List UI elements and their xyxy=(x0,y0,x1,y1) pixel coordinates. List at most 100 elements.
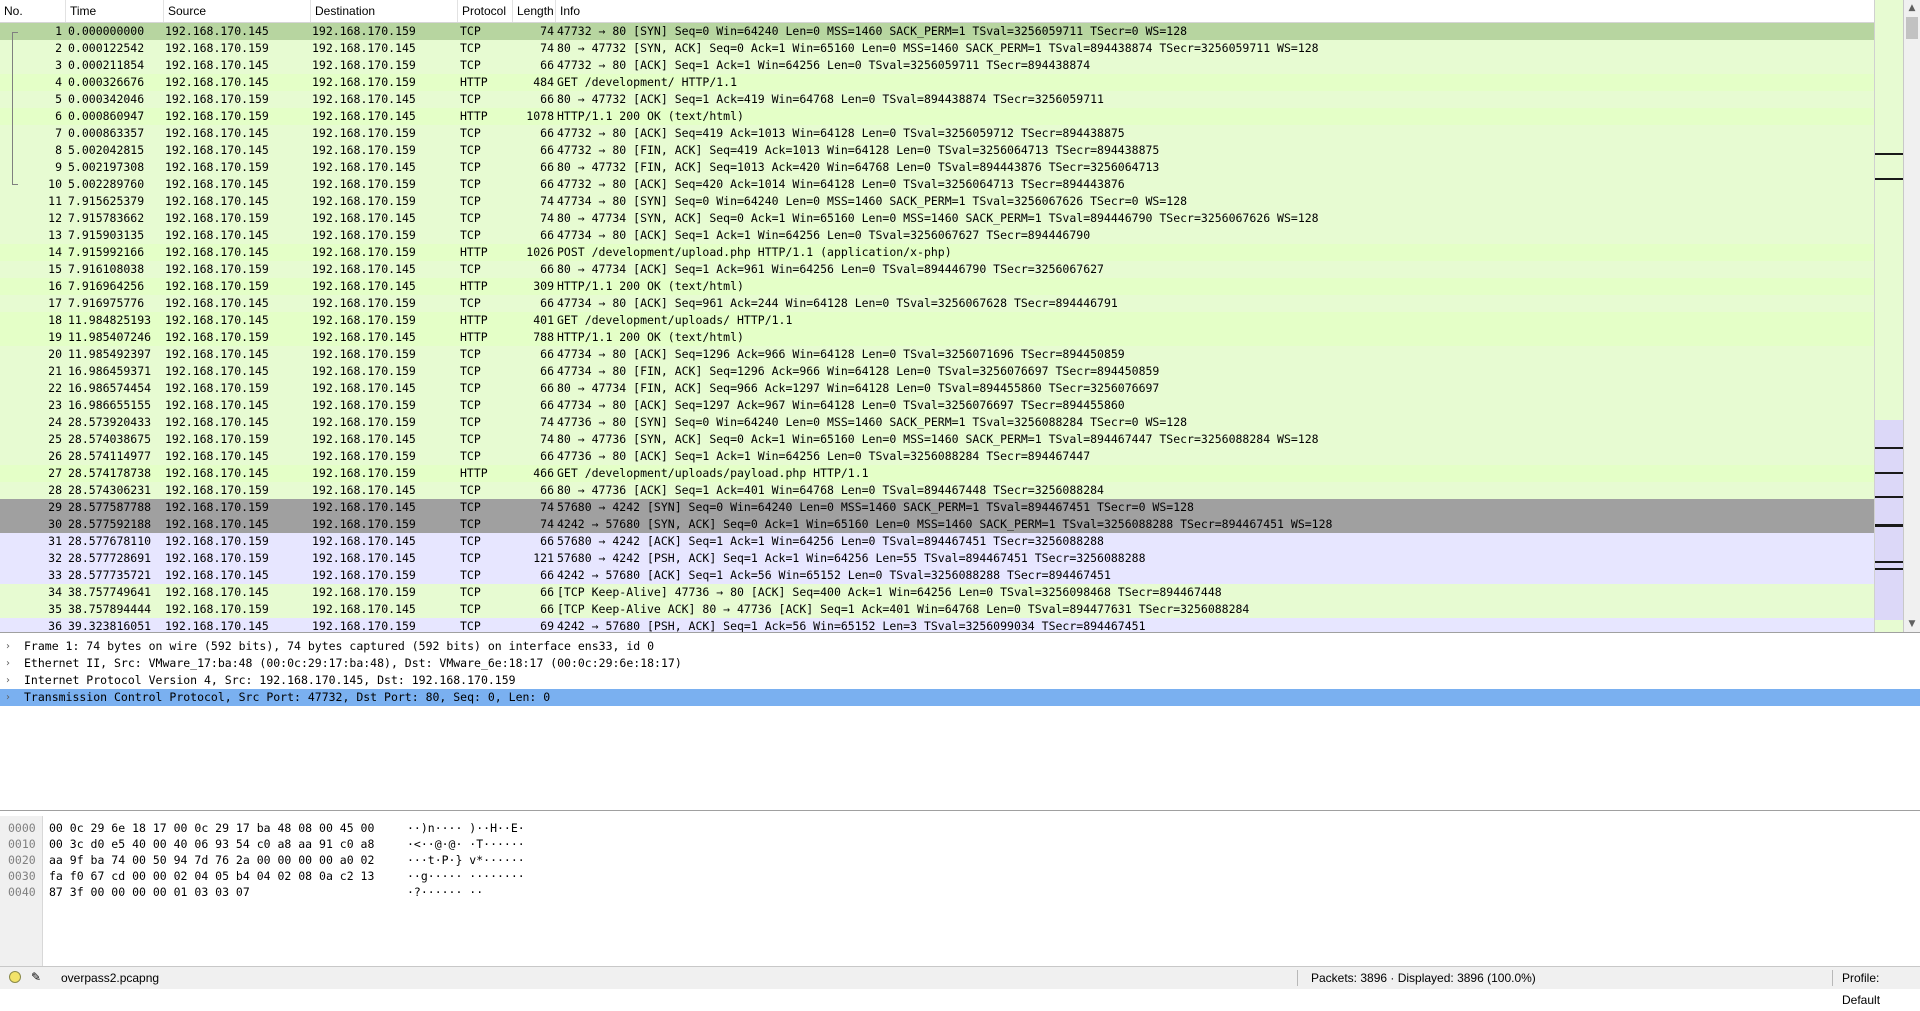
packet-info: 80 → 47732 [FIN, ACK] Seq=1013 Ack=420 W… xyxy=(557,160,1160,174)
ascii-bytes[interactable]: ·<··@·@· ·T······ xyxy=(407,836,525,852)
packet-row[interactable]: 30 28.577592188 192.168.170.145 192.168.170… xyxy=(0,516,1874,533)
packet-source: 192.168.170.145 xyxy=(165,466,269,480)
expert-info-status-icon[interactable] xyxy=(9,971,21,983)
packet-row[interactable]: 4 0.000326676 192.168.170.145 192.168.170.1… xyxy=(0,74,1874,91)
packet-row[interactable]: 11 7.915625379 192.168.170.145 192.168.170.… xyxy=(0,193,1874,210)
packet-length: 74 xyxy=(540,500,554,514)
hex-bytes[interactable]: 87 3f 00 00 00 00 01 03 03 07 xyxy=(49,884,250,900)
packet-source: 192.168.170.145 xyxy=(165,143,269,157)
packet-row[interactable]: 24 28.573920433 192.168.170.145 192.168.170… xyxy=(0,414,1874,431)
packet-row[interactable]: 7 0.000863357 192.168.170.145 192.168.170.1… xyxy=(0,125,1874,142)
packet-row[interactable]: 12 7.915783662 192.168.170.159 192.168.170.… xyxy=(0,210,1874,227)
packet-row[interactable]: 31 28.577678110 192.168.170.159 192.168.170… xyxy=(0,533,1874,550)
packet-details-pane[interactable]: › Frame 1: 74 bytes on wire (592 bits), … xyxy=(0,636,1920,811)
packet-row[interactable]: 10 5.002289760 192.168.170.145 192.168.170.… xyxy=(0,176,1874,193)
packet-row[interactable]: 21 16.986459371 192.168.170.145 192.168.170… xyxy=(0,363,1874,380)
packet-destination: 192.168.170.159 xyxy=(312,126,416,140)
packet-row[interactable]: 1 0.000000000 192.168.170.145 192.168.170.1… xyxy=(0,23,1874,40)
packet-row[interactable]: 3 0.000211854 192.168.170.145 192.168.170.1… xyxy=(0,57,1874,74)
packet-row[interactable]: 35 38.757894444 192.168.170.159 192.168.170… xyxy=(0,601,1874,618)
packet-row[interactable]: 19 11.985407246 192.168.170.159 192.168.170… xyxy=(0,329,1874,346)
expand-arrow-icon[interactable]: › xyxy=(6,655,16,672)
packet-destination: 192.168.170.145 xyxy=(312,211,416,225)
packet-row[interactable]: 28 28.574306231 192.168.170.159 192.168.170… xyxy=(0,482,1874,499)
hex-bytes[interactable]: fa f0 67 cd 00 00 02 04 05 b4 04 02 08 0… xyxy=(49,868,374,884)
detail-row-tcp[interactable]: › Transmission Control Protocol, Src Por… xyxy=(0,689,1920,706)
packet-destination: 192.168.170.159 xyxy=(312,228,416,242)
packet-row[interactable]: 26 28.574114977 192.168.170.145 192.168.170… xyxy=(0,448,1874,465)
minimap-mark xyxy=(1875,561,1903,563)
hex-bytes[interactable]: aa 9f ba 74 00 50 94 7d 76 2a 00 00 00 0… xyxy=(49,852,374,868)
expand-arrow-icon[interactable]: › xyxy=(6,689,16,706)
packet-row[interactable]: 34 38.757749641 192.168.170.145 192.168.170… xyxy=(0,584,1874,601)
packet-row[interactable]: 5 0.000342046 192.168.170.159 192.168.170.1… xyxy=(0,91,1874,108)
packet-time: 28.574306231 xyxy=(68,483,152,497)
packet-length: 466 xyxy=(533,466,554,480)
packet-number: 19 xyxy=(48,330,62,344)
packet-length: 1078 xyxy=(526,109,554,123)
detail-row-text: Frame 1: 74 bytes on wire (592 bits), 74… xyxy=(24,639,655,653)
packet-destination: 192.168.170.145 xyxy=(312,483,416,497)
scroll-up-arrow-icon[interactable]: ▲ xyxy=(1904,0,1920,16)
column-header-no[interactable]: No. xyxy=(0,0,66,22)
packet-time: 7.915625379 xyxy=(68,194,145,208)
capture-comment-edit-icon[interactable]: ✎ xyxy=(31,969,47,985)
packet-info: 47732 → 80 [FIN, ACK] Seq=419 Ack=1013 W… xyxy=(557,143,1160,157)
packet-row[interactable]: 2 0.000122542 192.168.170.159 192.168.170.1… xyxy=(0,40,1874,57)
packet-row[interactable]: 6 0.000860947 192.168.170.159 192.168.170.1… xyxy=(0,108,1874,125)
column-header-length[interactable]: Length xyxy=(513,0,556,22)
detail-row-ethernet[interactable]: › Ethernet II, Src: VMware_17:ba:48 (00:… xyxy=(0,655,1920,672)
packet-number: 17 xyxy=(48,296,62,310)
packet-row[interactable]: 20 11.985492397 192.168.170.145 192.168.170… xyxy=(0,346,1874,363)
packet-time: 38.757749641 xyxy=(68,585,152,599)
packet-protocol: TCP xyxy=(460,398,481,412)
packet-destination: 192.168.170.145 xyxy=(312,534,416,548)
hex-bytes[interactable]: 00 3c d0 e5 40 00 40 06 93 54 c0 a8 aa 9… xyxy=(49,836,374,852)
packet-row[interactable]: 27 28.574178738 192.168.170.145 192.168.170… xyxy=(0,465,1874,482)
vertical-scrollbar[interactable]: ▲ ▼ xyxy=(1904,0,1920,632)
packet-row[interactable]: 33 28.577735721 192.168.170.145 192.168.170… xyxy=(0,567,1874,584)
column-header-info[interactable]: Info xyxy=(556,0,1874,22)
detail-row-ipv4[interactable]: › Internet Protocol Version 4, Src: 192.… xyxy=(0,672,1920,689)
packet-row[interactable]: 15 7.916108038 192.168.170.159 192.168.170.… xyxy=(0,261,1874,278)
packet-list-scroll-area[interactable]: ▲ ▼ xyxy=(1874,0,1920,632)
packet-bytes-pane[interactable]: 0000 00 0c 29 6e 18 17 00 0c 29 17 ba 48 … xyxy=(0,816,1920,966)
packet-minimap[interactable] xyxy=(1875,0,1904,632)
packet-row[interactable]: 8 5.002042815 192.168.170.145 192.168.170.1… xyxy=(0,142,1874,159)
packet-row[interactable]: 22 16.986574454 192.168.170.159 192.168.170… xyxy=(0,380,1874,397)
packet-list-pane[interactable]: No. Time Source Destination Protocol Len… xyxy=(0,0,1920,633)
packet-row[interactable]: 23 16.986655155 192.168.170.145 192.168.170… xyxy=(0,397,1874,414)
packet-row[interactable]: 17 7.916975776 192.168.170.145 192.168.170.… xyxy=(0,295,1874,312)
packet-row[interactable]: 29 28.577587788 192.168.170.159 192.168.170… xyxy=(0,499,1874,516)
packet-row[interactable]: 13 7.915903135 192.168.170.145 192.168.170.… xyxy=(0,227,1874,244)
detail-row-frame[interactable]: › Frame 1: 74 bytes on wire (592 bits), … xyxy=(0,638,1920,655)
expand-arrow-icon[interactable]: › xyxy=(6,638,16,655)
expand-arrow-icon[interactable]: › xyxy=(6,672,16,689)
packet-time: 28.577587788 xyxy=(68,500,152,514)
packet-source: 192.168.170.145 xyxy=(165,313,269,327)
packet-protocol: TCP xyxy=(460,228,481,242)
scroll-down-arrow-icon[interactable]: ▼ xyxy=(1904,616,1920,632)
packet-number: 28 xyxy=(48,483,62,497)
packet-row[interactable]: 16 7.916964256 192.168.170.159 192.168.170.… xyxy=(0,278,1874,295)
column-header-source[interactable]: Source xyxy=(164,0,311,22)
column-header-protocol[interactable]: Protocol xyxy=(458,0,513,22)
packet-row[interactable]: 14 7.915992166 192.168.170.145 192.168.170.… xyxy=(0,244,1874,261)
ascii-bytes[interactable]: ···t·P·} v*······ xyxy=(407,852,525,868)
packet-number: 5 xyxy=(55,92,62,106)
packet-row[interactable]: 36 39.323816051 192.168.170.145 192.168.170… xyxy=(0,618,1874,632)
packet-row[interactable]: 18 11.984825193 192.168.170.145 192.168.170… xyxy=(0,312,1874,329)
packet-row[interactable]: 25 28.574038675 192.168.170.159 192.168.170… xyxy=(0,431,1874,448)
profile-switcher[interactable]: Profile: Default xyxy=(1842,967,1920,1011)
ascii-bytes[interactable]: ·?······ ·· xyxy=(407,884,483,900)
hex-bytes[interactable]: 00 0c 29 6e 18 17 00 0c 29 17 ba 48 08 0… xyxy=(49,820,374,836)
packet-time: 0.000860947 xyxy=(68,109,145,123)
ascii-bytes[interactable]: ··)n···· )··H··E· xyxy=(407,820,525,836)
scrollbar-thumb[interactable] xyxy=(1906,17,1918,39)
column-header-time[interactable]: Time xyxy=(66,0,164,22)
column-header-destination[interactable]: Destination xyxy=(311,0,458,22)
ascii-bytes[interactable]: ··g····· ········ xyxy=(407,868,525,884)
packet-source: 192.168.170.159 xyxy=(165,551,269,565)
packet-row[interactable]: 32 28.577728691 192.168.170.159 192.168.170… xyxy=(0,550,1874,567)
packet-row[interactable]: 9 5.002197308 192.168.170.159 192.168.170.1… xyxy=(0,159,1874,176)
